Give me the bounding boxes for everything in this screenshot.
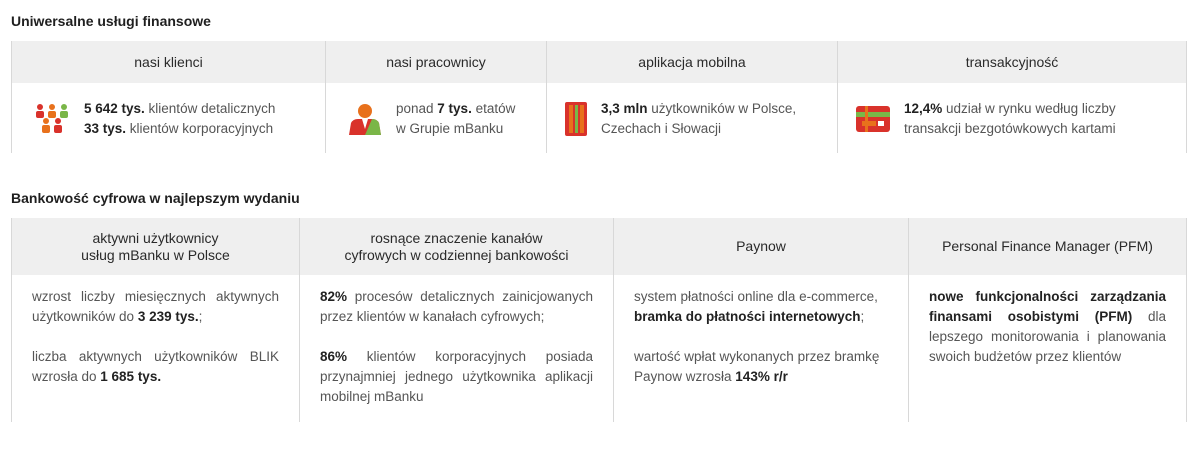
stat-value: 3,3 mln: [601, 101, 648, 116]
stat-text: klientów korporacyjnych: [126, 121, 274, 136]
paragraph: wzrost liczby miesięcznych aktywnych uży…: [32, 289, 279, 324]
stat-value: 12,4%: [904, 101, 943, 116]
col-header: nasi pracownicy: [326, 41, 546, 83]
col-employees: nasi pracownicy ponad 7 tys. etatów w Gr…: [325, 41, 546, 153]
employee-icon: [349, 104, 381, 135]
col-header: aplikacja mobilna: [547, 41, 837, 83]
stat-text: etatów: [471, 101, 516, 116]
stat-text: Czechach i Słowacji: [601, 121, 722, 136]
digital-grid: aktywni użytkownicy usług mBanku w Polsce…: [11, 218, 1187, 422]
col-header-line: usług mBanku w Polsce: [81, 246, 230, 263]
col-clients: nasi klienci 5 642 tys. klientów detalic…: [11, 41, 325, 153]
col-header: transakcyjność: [838, 41, 1186, 83]
paragraph: 86% klientów korporacyjnych posiada przy…: [320, 349, 593, 404]
col-header-line: rosnące znaczenie kanałów: [370, 229, 543, 246]
services-grid: nasi klienci 5 642 tys. klientów detalic…: [11, 41, 1187, 153]
col-header: nasi klienci: [12, 41, 325, 83]
col-transactions: transakcyjność 12,4% udział w rynku wedł…: [837, 41, 1187, 153]
paragraph: liczba aktywnych użytkowników BLIK wzros…: [32, 349, 279, 384]
col-header: aktywni użytkownicy usług mBanku w Polsce: [12, 218, 299, 275]
col-paynow: Paynow system płatności online dla e-com…: [613, 218, 908, 422]
stat-value: 33 tys.: [84, 121, 127, 136]
col-digital-channels: rosnące znaczenie kanałów cyfrowych w cod…: [299, 218, 613, 422]
people-group-icon: [36, 104, 68, 133]
stat-text: udział w rynku według liczby: [942, 101, 1116, 116]
stat-value: 5 642 tys.: [84, 101, 145, 116]
section-title-services: Uniwersalne usługi finansowe: [11, 13, 211, 29]
stat-value: 7 tys.: [437, 101, 472, 116]
col-mobile-app: aplikacja mobilna 3,3 mln użytkowników w…: [546, 41, 837, 153]
stat-text: transakcji bezgotówkowych kartami: [904, 121, 1116, 136]
stat-text: użytkowników w Polsce,: [647, 101, 797, 116]
paragraph: wartość wpłat wykonanych przez bramkę Pa…: [634, 349, 880, 384]
mobile-app-icon: [565, 102, 587, 136]
payment-card-icon: [856, 106, 890, 132]
col-header-line: cyfrowych w codziennej bankowości: [344, 246, 569, 263]
col-pfm: Personal Finance Manager (PFM) nowe funk…: [908, 218, 1187, 422]
col-active-users: aktywni użytkownicy usług mBanku w Polsce…: [11, 218, 299, 422]
section-title-digital: Bankowość cyfrowa w najlepszym wydaniu: [11, 190, 300, 206]
stat-text: klientów detalicznych: [144, 101, 276, 116]
stat-text: ponad: [396, 101, 438, 116]
paragraph: nowe funkcjonalności zarządzania finansa…: [929, 289, 1166, 364]
stat-text: w Grupie mBanku: [396, 121, 504, 136]
col-header: Paynow: [614, 218, 908, 275]
col-header: Personal Finance Manager (PFM): [909, 218, 1186, 275]
paragraph: system płatności online dla e-commerce, …: [634, 289, 878, 324]
col-header-line: aktywni użytkownicy: [92, 229, 219, 246]
col-header: rosnące znaczenie kanałów cyfrowych w cod…: [300, 218, 613, 275]
paragraph: 82% procesów detalicznych zainicjowanych…: [320, 289, 593, 324]
